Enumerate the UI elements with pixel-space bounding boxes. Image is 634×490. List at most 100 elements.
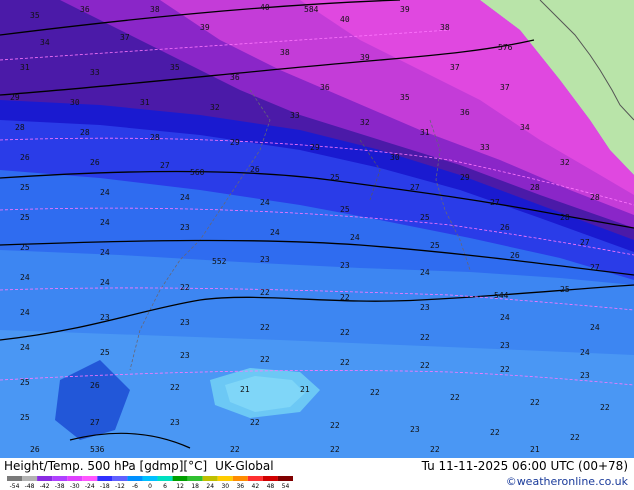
height-label-560: 560 [190,168,205,177]
height-label-584: 584 [304,5,319,14]
svg-text:40: 40 [340,15,350,24]
svg-text:29: 29 [310,143,320,152]
scale-swatch [52,476,68,481]
svg-text:22: 22 [500,365,510,374]
scale-swatch [187,476,203,481]
height-label-536: 536 [90,445,105,454]
svg-text:21: 21 [300,385,310,394]
site-credit-link[interactable]: ©weatheronline.co.uk [506,475,628,488]
svg-text:24: 24 [260,198,270,207]
scale-swatch [82,476,98,481]
svg-text:23: 23 [180,318,190,327]
scale-label: 0 [148,483,152,489]
svg-text:22: 22 [180,283,190,292]
svg-text:22: 22 [340,328,350,337]
svg-text:22: 22 [490,428,500,437]
map-footer: Height/Temp. 500 hPa [gdmp][°C] UK-Global… [0,458,634,490]
svg-text:23: 23 [580,371,590,380]
svg-text:32: 32 [360,118,370,127]
svg-text:22: 22 [260,323,270,332]
svg-text:25: 25 [100,348,110,357]
scale-label: -18 [100,483,110,489]
svg-text:24: 24 [180,193,190,202]
scale-swatch [22,476,38,481]
scale-label: -48 [25,483,35,489]
svg-text:39: 39 [200,23,210,32]
svg-text:37: 37 [500,83,510,92]
scale-swatch [202,476,218,481]
svg-text:26: 26 [510,251,520,260]
svg-text:28: 28 [530,183,540,192]
svg-text:31: 31 [420,128,430,137]
scale-label: 30 [221,483,229,489]
svg-text:21: 21 [240,385,250,394]
svg-text:36: 36 [80,5,90,14]
svg-text:24: 24 [100,278,110,287]
svg-text:30: 30 [390,153,400,162]
scale-swatch [127,476,143,481]
svg-text:22: 22 [250,418,260,427]
svg-text:23: 23 [180,351,190,360]
scale-label: -30 [70,483,80,489]
svg-text:22: 22 [230,445,240,454]
svg-text:33: 33 [480,143,490,152]
svg-text:26: 26 [90,381,100,390]
svg-text:22: 22 [420,333,430,342]
scale-swatch [142,476,158,481]
svg-text:24: 24 [100,248,110,257]
scale-label: -6 [132,483,138,489]
svg-text:27: 27 [590,263,600,272]
svg-text:25: 25 [340,205,350,214]
svg-text:29: 29 [230,138,240,147]
svg-text:25: 25 [20,413,30,422]
svg-text:23: 23 [340,261,350,270]
svg-text:27: 27 [580,238,590,247]
svg-text:22: 22 [450,393,460,402]
scale-swatch [37,476,53,481]
svg-text:22: 22 [570,433,580,442]
svg-text:24: 24 [20,343,30,352]
svg-text:22: 22 [370,388,380,397]
svg-text:35: 35 [170,63,180,72]
svg-text:22: 22 [430,445,440,454]
svg-text:36: 36 [320,83,330,92]
svg-text:22: 22 [340,358,350,367]
svg-text:23: 23 [100,313,110,322]
svg-text:31: 31 [20,63,30,72]
scale-label: 42 [252,483,260,489]
svg-text:23: 23 [410,425,420,434]
svg-text:25: 25 [420,213,430,222]
scale-label: 6 [163,483,167,489]
scale-swatch [172,476,188,481]
scale-label: 12 [176,483,184,489]
scale-label: 24 [206,483,214,489]
height-label-552: 552 [212,257,227,266]
svg-text:26: 26 [90,158,100,167]
svg-text:22: 22 [260,355,270,364]
svg-text:27: 27 [410,183,420,192]
weather-map: 584 576 560 552 544 536 40 40 39 38 38 3… [0,0,634,458]
svg-text:27: 27 [90,418,100,427]
scale-label: -12 [115,483,125,489]
svg-text:21: 21 [530,445,540,454]
svg-text:24: 24 [580,348,590,357]
svg-text:38: 38 [280,48,290,57]
map-title: Height/Temp. 500 hPa [gdmp][°C] [4,459,208,473]
height-label-544: 544 [494,291,509,300]
svg-text:25: 25 [20,183,30,192]
svg-text:33: 33 [290,111,300,120]
svg-text:39: 39 [400,5,410,14]
svg-text:26: 26 [250,165,260,174]
svg-text:28: 28 [80,128,90,137]
svg-text:29: 29 [10,93,20,102]
scale-swatch [262,476,278,481]
svg-text:35: 35 [400,93,410,102]
svg-text:24: 24 [100,218,110,227]
svg-text:25: 25 [20,243,30,252]
footer-title-row: Height/Temp. 500 hPa [gdmp][°C] UK-Global [4,459,282,473]
svg-text:28: 28 [590,193,600,202]
svg-text:24: 24 [20,308,30,317]
scale-swatch [247,476,263,481]
scale-swatch [277,476,293,481]
svg-text:23: 23 [170,418,180,427]
